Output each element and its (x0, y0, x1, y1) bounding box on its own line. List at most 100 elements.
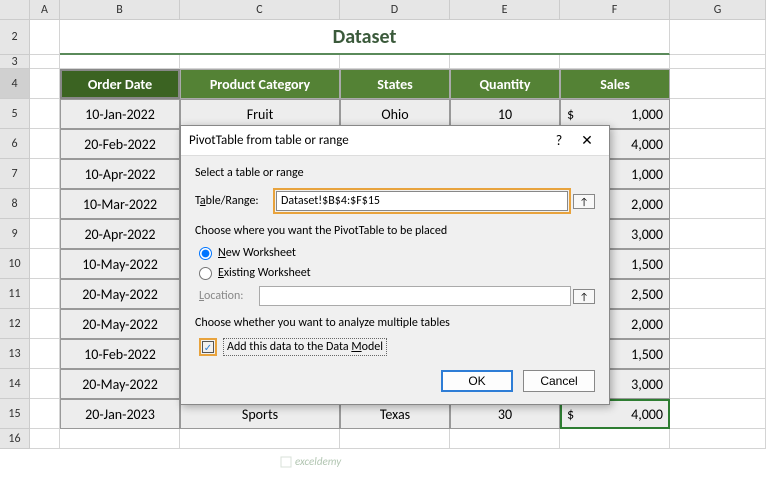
header-states[interactable]: States (340, 69, 450, 99)
col-header-g[interactable]: G (670, 0, 766, 20)
cell[interactable] (670, 249, 766, 279)
cell-date[interactable]: 10-Apr-2022 (60, 159, 180, 189)
cell[interactable] (30, 279, 60, 309)
header-order-date[interactable]: Order Date (60, 69, 180, 99)
column-headers-row: A B C D E F G (0, 0, 766, 20)
cell[interactable] (560, 55, 670, 69)
cell[interactable] (30, 399, 60, 429)
close-button[interactable]: ✕ (573, 132, 601, 149)
pivottable-dialog: PivotTable from table or range ? ✕ Selec… (180, 125, 610, 405)
dataset-title[interactable]: Dataset (60, 20, 670, 55)
row-2: 2 Dataset (0, 20, 766, 55)
cell[interactable] (670, 429, 766, 449)
cell[interactable] (450, 429, 560, 449)
cell[interactable] (670, 369, 766, 399)
cell-date[interactable]: 20-Apr-2022 (60, 219, 180, 249)
cell[interactable] (670, 279, 766, 309)
cell[interactable] (340, 55, 450, 69)
dialog-body: Select a table or range Table/Range: ↑ C… (181, 156, 609, 362)
row-header[interactable]: 10 (0, 249, 30, 279)
row-header[interactable]: 13 (0, 339, 30, 369)
table-range-highlight (273, 188, 571, 214)
cell[interactable] (340, 429, 450, 449)
cell[interactable] (670, 129, 766, 159)
cell[interactable] (180, 55, 340, 69)
header-quantity[interactable]: Quantity (450, 69, 560, 99)
row-header[interactable]: 6 (0, 129, 30, 159)
cell[interactable] (670, 159, 766, 189)
cell[interactable] (670, 219, 766, 249)
cell-date[interactable]: 20-May-2022 (60, 279, 180, 309)
row-header[interactable]: 15 (0, 399, 30, 429)
cell[interactable] (670, 339, 766, 369)
col-header-c[interactable]: C (180, 0, 340, 20)
data-model-checkbox[interactable]: ✓ (202, 341, 214, 353)
cell-date[interactable]: 10-Mar-2022 (60, 189, 180, 219)
cell[interactable] (670, 309, 766, 339)
ok-button[interactable]: OK (441, 370, 513, 392)
radio-existing-worksheet[interactable] (199, 267, 212, 280)
cell[interactable] (670, 399, 766, 429)
cell[interactable] (30, 55, 60, 69)
cell[interactable] (30, 219, 60, 249)
cell-date[interactable]: 20-May-2022 (60, 369, 180, 399)
cell-date[interactable]: 10-Jan-2022 (60, 99, 180, 129)
cell[interactable] (30, 159, 60, 189)
cell[interactable] (30, 429, 60, 449)
table-range-input[interactable] (276, 191, 568, 211)
location-row: Location: ↑ (195, 286, 595, 306)
help-button[interactable]: ? (545, 132, 573, 149)
cell[interactable] (30, 339, 60, 369)
cancel-button[interactable]: Cancel (523, 370, 595, 392)
row-header-4[interactable]: 4 (0, 69, 30, 99)
cell[interactable] (60, 429, 180, 449)
row-header-16[interactable]: 16 (0, 429, 30, 449)
cell-date[interactable]: 20-Jan-2023 (60, 399, 180, 429)
cell[interactable] (30, 69, 60, 99)
cell[interactable] (30, 189, 60, 219)
row-header[interactable]: 12 (0, 309, 30, 339)
cell-date[interactable]: 10-Feb-2022 (60, 339, 180, 369)
collapse-range-button[interactable]: ↑ (573, 194, 595, 209)
cell[interactable] (180, 429, 340, 449)
col-header-b[interactable]: B (60, 0, 180, 20)
header-sales[interactable]: Sales (560, 69, 670, 99)
col-header-e[interactable]: E (450, 0, 560, 20)
dialog-titlebar[interactable]: PivotTable from table or range ? ✕ (181, 126, 609, 156)
cell[interactable] (30, 20, 60, 55)
cell[interactable] (30, 129, 60, 159)
row-header[interactable]: 9 (0, 219, 30, 249)
cell[interactable] (450, 55, 560, 69)
row-header[interactable]: 5 (0, 99, 30, 129)
cell-date[interactable]: 20-Feb-2022 (60, 129, 180, 159)
row-header-2[interactable]: 2 (0, 20, 30, 55)
cell[interactable] (30, 309, 60, 339)
cell[interactable] (560, 429, 670, 449)
cell[interactable] (30, 369, 60, 399)
row-header-3[interactable]: 3 (0, 55, 30, 69)
select-all-corner[interactable] (0, 0, 30, 20)
cell[interactable] (670, 55, 766, 69)
location-input[interactable] (259, 286, 571, 306)
cell-date[interactable]: 10-May-2022 (60, 249, 180, 279)
cell[interactable] (670, 69, 766, 99)
cell[interactable] (670, 189, 766, 219)
header-product-category[interactable]: Product Category (180, 69, 340, 99)
cell[interactable] (30, 249, 60, 279)
row-3: 3 (0, 55, 766, 69)
row-header[interactable]: 11 (0, 279, 30, 309)
collapse-location-button[interactable]: ↑ (573, 289, 595, 304)
location-label: Location: (199, 289, 259, 303)
col-header-f[interactable]: F (560, 0, 670, 20)
cell-date[interactable]: 20-May-2022 (60, 309, 180, 339)
cell[interactable] (60, 55, 180, 69)
col-header-d[interactable]: D (340, 0, 450, 20)
col-header-a[interactable]: A (30, 0, 60, 20)
cell[interactable] (670, 99, 766, 129)
row-header[interactable]: 14 (0, 369, 30, 399)
row-header[interactable]: 7 (0, 159, 30, 189)
cell[interactable] (30, 99, 60, 129)
radio-new-worksheet[interactable] (199, 247, 212, 260)
cell[interactable] (670, 20, 766, 55)
row-header[interactable]: 8 (0, 189, 30, 219)
